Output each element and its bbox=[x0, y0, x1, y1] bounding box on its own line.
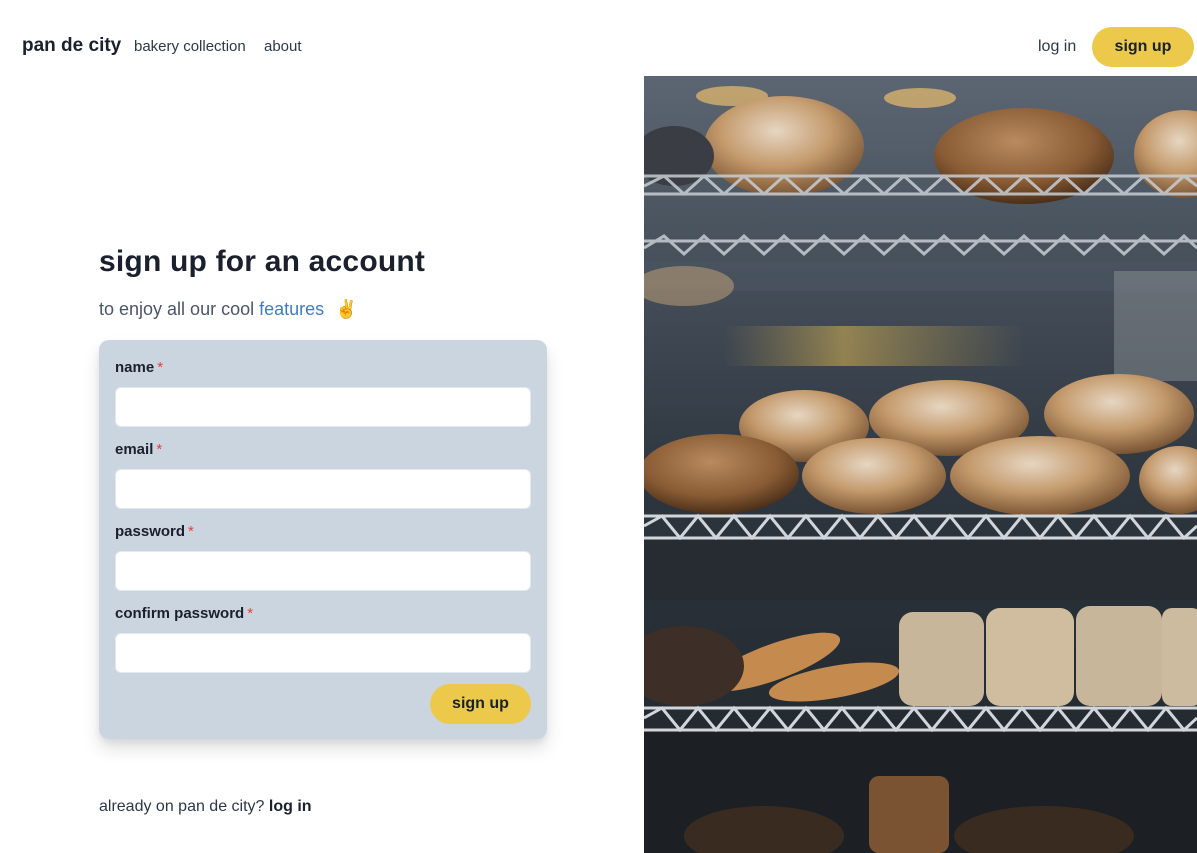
footer-login-link[interactable]: log in bbox=[269, 798, 312, 815]
nav-login-link[interactable]: log in bbox=[1038, 38, 1076, 56]
page-title: sign up for an account bbox=[99, 245, 426, 278]
required-mark: * bbox=[188, 523, 194, 540]
password-input[interactable] bbox=[115, 551, 531, 591]
email-label-text: email bbox=[115, 441, 154, 458]
bakery-shelf-photo bbox=[644, 76, 1197, 853]
brand-logo[interactable]: pan de city bbox=[22, 35, 121, 57]
email-input[interactable] bbox=[115, 469, 531, 509]
nav-signup-button[interactable]: sign up bbox=[1092, 27, 1194, 67]
password-label: password * bbox=[115, 523, 194, 540]
confirm-password-label: confirm password * bbox=[115, 605, 253, 622]
victory-hand-icon: ✌️ bbox=[335, 299, 358, 319]
login-prompt-text: already on pan de city? bbox=[99, 798, 265, 815]
nav-link-about[interactable]: about bbox=[264, 38, 302, 55]
confirm-password-label-text: confirm password bbox=[115, 605, 245, 622]
nav-link-bakery-collection[interactable]: bakery collection bbox=[134, 38, 246, 55]
subtitle-text: to enjoy all our cool bbox=[99, 299, 255, 319]
signup-form: name * email * password * confirm password *… bbox=[99, 340, 547, 739]
required-mark: * bbox=[157, 359, 164, 376]
features-link[interactable]: features bbox=[259, 299, 324, 319]
login-prompt: already on pan de city? log in bbox=[99, 798, 312, 816]
signup-page: pan de city bakery collection about log … bbox=[0, 0, 1197, 853]
confirm-password-input[interactable] bbox=[115, 633, 531, 673]
required-mark: * bbox=[156, 441, 163, 458]
top-navbar: pan de city bakery collection about log … bbox=[0, 0, 1197, 76]
name-label-text: name bbox=[115, 359, 155, 376]
name-input[interactable] bbox=[115, 387, 531, 427]
bakery-shelf-illustration bbox=[644, 76, 1197, 853]
email-label: email * bbox=[115, 441, 162, 458]
password-label-text: password bbox=[115, 523, 186, 540]
page-subtitle: to enjoy all our cool features ✌️ bbox=[99, 299, 358, 320]
signup-submit-button[interactable]: sign up bbox=[430, 684, 531, 724]
required-mark: * bbox=[247, 605, 254, 622]
name-label: name * bbox=[115, 359, 163, 376]
